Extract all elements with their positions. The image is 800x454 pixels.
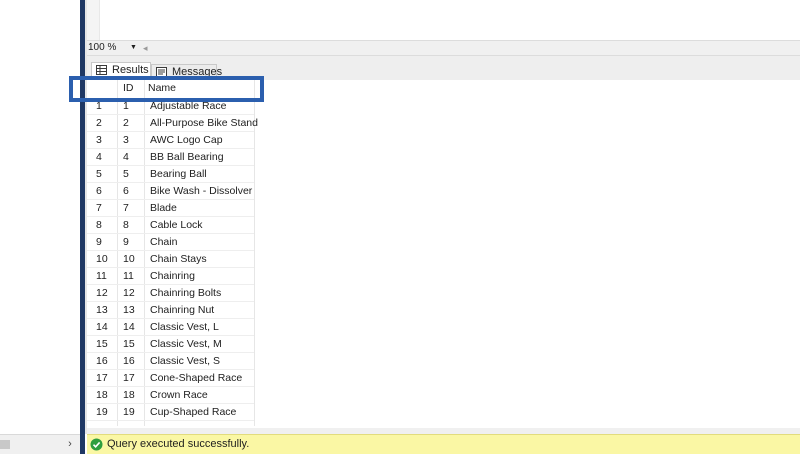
name-cell[interactable]: Chain Stays	[150, 251, 254, 268]
name-cell[interactable]: Blade	[150, 200, 254, 217]
results-grid[interactable]: ID Name 1 1 Adjustable Race 2 2 All-Purpose B…	[87, 80, 800, 428]
name-cell[interactable]: Chainring	[150, 268, 254, 285]
row-number-cell[interactable]: 7	[96, 200, 116, 217]
table-row[interactable]: 14 14 Classic Vest, L	[87, 319, 254, 336]
table-row[interactable]: 7 7 Blade	[87, 200, 254, 217]
row-number-cell[interactable]: 2	[96, 115, 116, 132]
id-cell[interactable]: 19	[123, 404, 143, 421]
name-cell[interactable]: Cone-Shaped Race	[150, 370, 254, 387]
id-cell[interactable]: 2	[123, 115, 143, 132]
scroll-right-icon[interactable]: ›	[64, 437, 76, 451]
column-divider	[254, 80, 255, 426]
id-cell[interactable]: 14	[123, 319, 143, 336]
id-cell[interactable]: 18	[123, 387, 143, 404]
table-row[interactable]: 11 11 Chainring	[87, 268, 254, 285]
row-number-cell[interactable]: 10	[96, 251, 116, 268]
row-number-cell[interactable]: 4	[96, 149, 116, 166]
row-number-cell[interactable]: 17	[96, 370, 116, 387]
table-row[interactable]: 13 13 Chainring Nut	[87, 302, 254, 319]
status-bar: Query executed successfully.	[87, 434, 800, 454]
row-number-cell[interactable]: 18	[96, 387, 116, 404]
id-cell[interactable]: 17	[123, 370, 143, 387]
row-number-cell[interactable]: 15	[96, 336, 116, 353]
table-row[interactable]: 4 4 BB Ball Bearing	[87, 149, 254, 166]
explorer-horizontal-scrollbar[interactable]: ›	[0, 434, 80, 454]
row-number-cell[interactable]: 8	[96, 217, 116, 234]
table-row[interactable]: 19 19 Cup-Shaped Race	[87, 404, 254, 421]
check-circle-icon	[90, 438, 103, 451]
name-cell[interactable]: Classic Vest, S	[150, 353, 254, 370]
zoom-bar: 100 % ▼ ◂	[87, 40, 800, 56]
scroll-left-icon[interactable]: ◂	[143, 42, 148, 54]
table-row[interactable]: 18 18 Crown Race	[87, 387, 254, 404]
table-row[interactable]: 5 5 Bearing Ball	[87, 166, 254, 183]
table-row[interactable]: 2 2 All-Purpose Bike Stand	[87, 115, 258, 132]
tab-results-label: Results	[112, 64, 149, 76]
row-number-cell[interactable]: 3	[96, 132, 116, 149]
highlight-box	[69, 76, 264, 102]
row-number-cell[interactable]: 12	[96, 285, 116, 302]
grid-icon	[96, 65, 107, 75]
row-divider	[87, 420, 254, 421]
id-cell[interactable]: 9	[123, 234, 143, 251]
name-cell[interactable]: Chain	[150, 234, 254, 251]
table-row[interactable]: 16 16 Classic Vest, S	[87, 353, 254, 370]
status-text: Query executed successfully.	[107, 438, 250, 450]
table-row[interactable]: 6 6 Bike Wash - Dissolver	[87, 183, 254, 200]
row-number-cell[interactable]: 5	[96, 166, 116, 183]
name-cell[interactable]: Chainring Bolts	[150, 285, 254, 302]
id-cell[interactable]: 8	[123, 217, 143, 234]
object-explorer-panel	[0, 0, 80, 434]
name-cell[interactable]: Bike Wash - Dissolver	[150, 183, 254, 200]
id-cell[interactable]: 3	[123, 132, 143, 149]
editor-gutter	[87, 0, 100, 40]
row-number-cell[interactable]: 6	[96, 183, 116, 200]
zoom-value: 100 %	[88, 42, 117, 53]
id-cell[interactable]: 15	[123, 336, 143, 353]
row-number-cell[interactable]: 19	[96, 404, 116, 421]
id-cell[interactable]: 12	[123, 285, 143, 302]
table-row[interactable]: 15 15 Classic Vest, M	[87, 336, 254, 353]
id-cell[interactable]: 4	[123, 149, 143, 166]
name-cell[interactable]: Crown Race	[150, 387, 254, 404]
id-cell[interactable]: 5	[123, 166, 143, 183]
name-cell[interactable]: AWC Logo Cap	[150, 132, 254, 149]
id-cell[interactable]: 11	[123, 268, 143, 285]
query-editor[interactable]	[87, 0, 800, 40]
id-cell[interactable]: 10	[123, 251, 143, 268]
id-cell[interactable]: 13	[123, 302, 143, 319]
table-row[interactable]: 17 17 Cone-Shaped Race	[87, 370, 254, 387]
table-row[interactable]: 12 12 Chainring Bolts	[87, 285, 254, 302]
row-number-cell[interactable]: 9	[96, 234, 116, 251]
name-cell[interactable]: Classic Vest, M	[150, 336, 254, 353]
table-row[interactable]: 10 10 Chain Stays	[87, 251, 254, 268]
table-row[interactable]: 3 3 AWC Logo Cap	[87, 132, 254, 149]
chevron-down-icon[interactable]: ▼	[130, 42, 137, 54]
zoom-dropdown[interactable]: 100 % ▼	[88, 42, 138, 54]
name-cell[interactable]: Cup-Shaped Race	[150, 404, 254, 421]
id-cell[interactable]: 7	[123, 200, 143, 217]
name-cell[interactable]: Classic Vest, L	[150, 319, 254, 336]
table-row[interactable]: 9 9 Chain	[87, 234, 254, 251]
row-number-cell[interactable]: 16	[96, 353, 116, 370]
table-row[interactable]: 8 8 Cable Lock	[87, 217, 254, 234]
name-cell[interactable]: Chainring Nut	[150, 302, 254, 319]
name-cell[interactable]: Cable Lock	[150, 217, 254, 234]
id-cell[interactable]: 16	[123, 353, 143, 370]
name-cell[interactable]: Bearing Ball	[150, 166, 254, 183]
row-number-cell[interactable]: 13	[96, 302, 116, 319]
name-cell[interactable]: BB Ball Bearing	[150, 149, 254, 166]
scrollbar-thumb[interactable]	[0, 440, 10, 449]
id-cell[interactable]: 6	[123, 183, 143, 200]
row-number-cell[interactable]: 14	[96, 319, 116, 336]
name-cell[interactable]: All-Purpose Bike Stand	[150, 115, 258, 132]
row-number-cell[interactable]: 11	[96, 268, 116, 285]
